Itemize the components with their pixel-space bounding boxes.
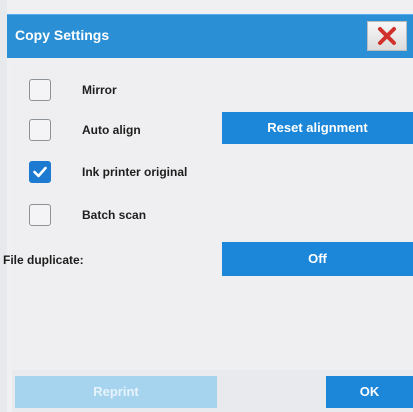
reset-alignment-button[interactable]: Reset alignment xyxy=(222,112,413,144)
auto-align-checkbox[interactable] xyxy=(29,119,51,141)
checkmark-icon xyxy=(33,166,47,178)
copy-settings-dialog: Copy Settings Mirror Auto align Reset al… xyxy=(0,0,413,412)
option-row-batch-scan: Batch scan xyxy=(12,201,413,229)
ok-button[interactable]: OK xyxy=(326,376,413,408)
mirror-label: Mirror xyxy=(82,83,117,97)
dialog-titlebar: Copy Settings xyxy=(7,14,413,58)
option-row-ink-printer-original: Ink printer original xyxy=(12,158,413,186)
batch-scan-label: Batch scan xyxy=(82,208,147,222)
reprint-button[interactable]: Reprint xyxy=(15,376,217,408)
file-duplicate-dropdown[interactable]: Off xyxy=(222,242,413,276)
close-x-icon xyxy=(378,27,396,45)
window-edge xyxy=(0,0,7,412)
close-button[interactable] xyxy=(367,21,407,51)
ink-printer-original-checkbox[interactable] xyxy=(29,161,51,183)
dialog-content: Mirror Auto align Reset alignment Ink pr… xyxy=(12,65,413,370)
dialog-footer: Reprint OK xyxy=(12,370,413,412)
ink-printer-original-label: Ink printer original xyxy=(82,165,188,179)
batch-scan-checkbox[interactable] xyxy=(29,204,51,226)
dialog-title: Copy Settings xyxy=(15,27,110,43)
mirror-checkbox[interactable] xyxy=(29,79,51,101)
auto-align-label: Auto align xyxy=(82,123,141,137)
option-row-mirror: Mirror xyxy=(12,76,413,104)
file-duplicate-label: File duplicate: xyxy=(3,253,84,267)
